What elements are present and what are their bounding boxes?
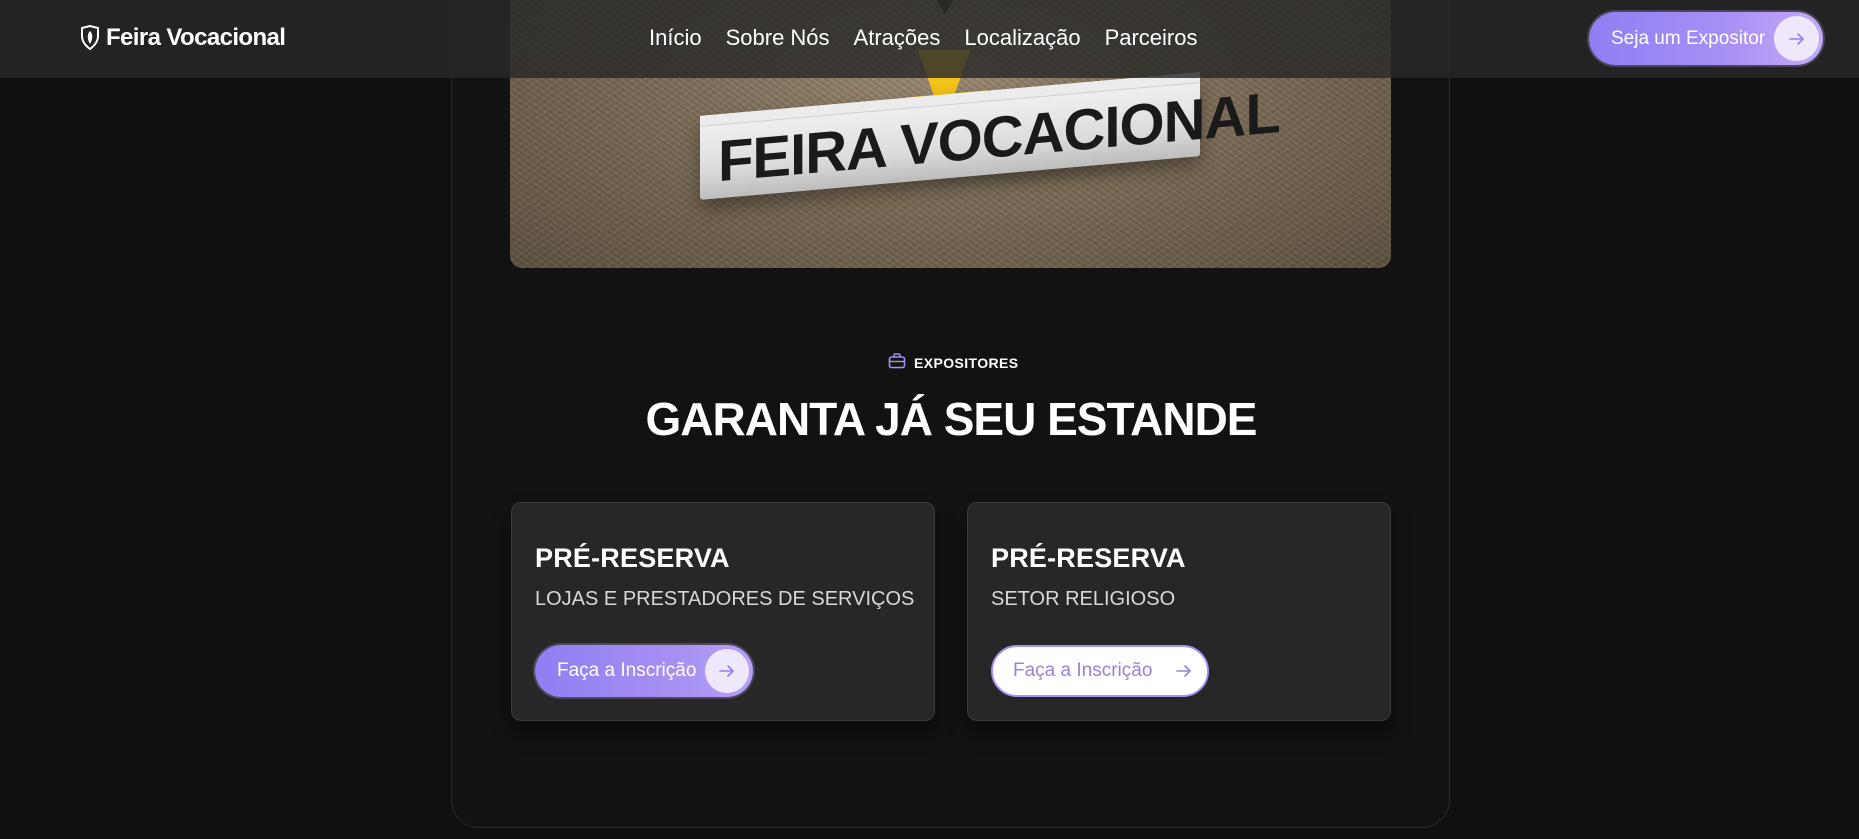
- section-title: GARANTA JÁ SEU ESTANDE: [645, 393, 1258, 445]
- brand-name: Feira Vocacional: [106, 24, 286, 51]
- shield-leaf-icon: [80, 25, 100, 51]
- card-subtitle: SETOR RELIGIOSO: [991, 588, 1176, 610]
- register-button-label: Faça a Inscrição: [557, 660, 697, 681]
- register-button-religious[interactable]: Faça a Inscrição: [991, 645, 1209, 697]
- register-button-shops[interactable]: Faça a Inscrição: [535, 645, 753, 697]
- reservation-card-shops: PRÉ-RESERVA LOJAS E PRESTADORES DE SERVI…: [511, 502, 935, 721]
- arrow-right-icon: [705, 649, 749, 693]
- arrow-right-icon: [1774, 16, 1819, 61]
- nav-link-sobre-nos[interactable]: Sobre Nós: [726, 25, 830, 51]
- section-eyebrow: EXPOSITORES: [888, 352, 1019, 374]
- become-exhibitor-button[interactable]: Seja um Expositor: [1589, 12, 1823, 65]
- nav-link-atracoes[interactable]: Atrações: [854, 25, 941, 51]
- card-title: PRÉ-RESERVA: [535, 543, 730, 573]
- briefcase-icon: [888, 352, 906, 374]
- main-nav: Início Sobre Nós Atrações Localização Pa…: [649, 22, 1197, 54]
- become-exhibitor-label: Seja um Expositor: [1611, 27, 1766, 49]
- section-eyebrow-text: EXPOSITORES: [914, 355, 1019, 371]
- reservation-card-religious: PRÉ-RESERVA SETOR RELIGIOSO Faça a Inscr…: [967, 502, 1391, 721]
- arrow-right-icon: [1175, 662, 1193, 680]
- register-button-label: Faça a Inscrição: [1013, 660, 1153, 681]
- card-subtitle: LOJAS E PRESTADORES DE SERVIÇOS: [535, 588, 915, 610]
- nav-link-localizacao[interactable]: Localização: [964, 25, 1080, 51]
- page: FEIRA VOCACIONAL Feira Vocacional Início…: [0, 0, 1859, 839]
- nav-link-inicio[interactable]: Início: [649, 25, 702, 51]
- top-navbar: Feira Vocacional Início Sobre Nós Atraçõ…: [0, 0, 1859, 78]
- brand-logo[interactable]: Feira Vocacional: [80, 22, 286, 54]
- card-title: PRÉ-RESERVA: [991, 543, 1186, 573]
- nav-link-parceiros[interactable]: Parceiros: [1105, 25, 1198, 51]
